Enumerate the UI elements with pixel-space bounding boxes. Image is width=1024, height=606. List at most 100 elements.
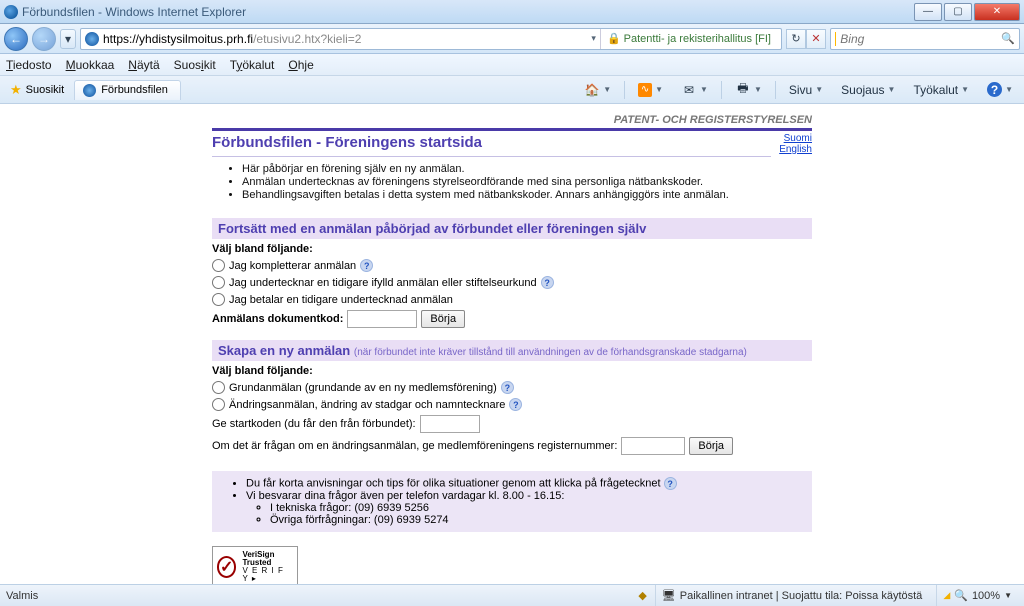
menu-file[interactable]: Tiedosto	[6, 58, 52, 72]
favorites-button[interactable]: ★ Suosikit	[4, 80, 70, 100]
sec2-hint: (när förbundet inte kräver tillstånd til…	[354, 347, 747, 358]
star-icon: ★	[10, 82, 22, 98]
sec2-title-text: Skapa en ny anmälan	[218, 343, 350, 358]
zoom-icon: 🔍	[954, 589, 968, 602]
safety-menu[interactable]: Suojaus ▼	[834, 79, 902, 101]
status-ready: Valmis	[6, 590, 38, 602]
intro-list: Här påbörjar en förening själv en ny anm…	[212, 157, 812, 208]
tips-phone-other: Övriga förfrågningar: (09) 6939 5274	[270, 514, 804, 526]
home-icon: 🏠	[584, 82, 600, 98]
status-bar: Valmis ◆ 🖥 Paikallinen intranet | Suojat…	[0, 584, 1024, 606]
help-icon[interactable]: ?	[509, 398, 522, 411]
sec2-choose-label: Välj bland följande:	[212, 361, 812, 379]
url-text: https://yhdistysilmoitus.prh.fi/etusivu2…	[103, 32, 587, 46]
intro-item: Här påbörjar en förening själv en ny anm…	[242, 163, 812, 175]
menu-view[interactable]: Näytä	[128, 58, 159, 72]
help-icon[interactable]: ?	[360, 259, 373, 272]
address-bar[interactable]: https://yhdistysilmoitus.prh.fi/etusivu2…	[80, 28, 782, 50]
radio-complete[interactable]	[212, 259, 225, 272]
tips-phone-tech: I tekniska frågor: (09) 6939 5256	[270, 502, 804, 514]
radio-pay-label: Jag betalar en tidigare undertecknad anm…	[229, 294, 453, 306]
verisign-badge[interactable]: ✓ VeriSign Trusted V E R I F Y ▸	[212, 546, 298, 584]
agency-header: PATENT- OCH REGISTERSTYRELSEN	[212, 112, 812, 128]
address-dropdown-icon[interactable]: ▾	[591, 33, 596, 44]
intranet-icon: 🖥	[662, 589, 676, 602]
regnr-label: Om det är frågan om en ändringsanmälan, …	[212, 440, 617, 452]
zoom-dropdown-icon: ◢	[943, 590, 950, 601]
radio-grund-label: Grundanmälan (grundande av en ny medlems…	[229, 382, 497, 394]
nav-back-button[interactable]: ←	[4, 27, 28, 51]
status-addon-icon[interactable]: ◆	[638, 589, 646, 602]
menu-help[interactable]: Ohje	[288, 58, 313, 72]
status-zoom[interactable]: ◢ 🔍 100% ▼	[936, 585, 1018, 606]
tab-title: Förbundsfilen	[101, 84, 168, 96]
help-icon[interactable]: ?	[501, 381, 514, 394]
page-title: Förbundsfilen - Föreningens startsida	[212, 131, 771, 157]
startcode-input[interactable]	[420, 415, 480, 433]
home-button[interactable]: 🏠▼	[577, 79, 618, 101]
menu-favorites[interactable]: Suosikit	[174, 58, 216, 72]
ie-favicon	[4, 5, 18, 19]
sec1-choose-label: Välj bland följande:	[212, 239, 812, 257]
zoom-value: 100%	[972, 590, 1000, 602]
status-zone-text: Paikallinen intranet | Suojattu tila: Po…	[680, 590, 923, 602]
lang-link-en[interactable]: English	[779, 144, 812, 155]
radio-complete-label: Jag kompletterar anmälan	[229, 260, 356, 272]
nav-history-dropdown[interactable]: ▾	[60, 29, 76, 49]
command-bar: ★ Suosikit Förbundsfilen 🏠▼ ∿▼ ✉▼ 🖶▼ Siv…	[0, 76, 1024, 104]
site-favicon	[85, 32, 99, 46]
search-icon[interactable]: 🔍	[1001, 32, 1015, 45]
rss-icon: ∿	[638, 83, 652, 97]
window-titlebar: Förbundsfilen - Windows Internet Explore…	[0, 0, 1024, 24]
section-continue-title: Fortsätt med en anmälan påbörjad av förb…	[212, 218, 812, 239]
help-button[interactable]: ?▼	[980, 79, 1020, 101]
radio-sign[interactable]	[212, 276, 225, 289]
verisign-verify: V E R I F Y ▸	[242, 567, 293, 583]
window-maximize-button[interactable]: ▢	[944, 3, 972, 21]
stop-button[interactable]: ✕	[806, 29, 826, 49]
feeds-button[interactable]: ∿▼	[631, 79, 670, 101]
radio-pay[interactable]	[212, 293, 225, 306]
language-links: Suomi English	[771, 131, 812, 157]
tab-favicon	[83, 84, 96, 97]
window-title: Förbundsfilen - Windows Internet Explore…	[22, 5, 246, 19]
help-icon[interactable]: ?	[541, 276, 554, 289]
page-menu[interactable]: Sivu ▼	[782, 79, 830, 101]
nav-forward-button[interactable]: →	[32, 27, 56, 51]
readmail-button[interactable]: ✉▼	[674, 79, 715, 101]
menu-tools[interactable]: Työkalut	[230, 58, 275, 72]
site-identity-badge[interactable]: 🔒 Patentti- ja rekisterihallitus [FI]	[600, 29, 777, 49]
verisign-check-icon: ✓	[217, 556, 236, 578]
startcode-label: Ge startkoden (du får den från förbundet…	[212, 418, 416, 430]
tips-box: Du får korta anvisningar och tips för ol…	[212, 471, 812, 532]
sec1-start-button[interactable]: Börja	[421, 310, 465, 328]
site-identity-text: Patentti- ja rekisterihallitus [FI]	[624, 33, 771, 45]
regnr-input[interactable]	[621, 437, 685, 455]
window-minimize-button[interactable]: —	[914, 3, 942, 21]
tools-menu[interactable]: Työkalut ▼	[906, 79, 976, 101]
radio-grund[interactable]	[212, 381, 225, 394]
browser-tab[interactable]: Förbundsfilen	[74, 80, 181, 100]
help-icon: ?	[987, 82, 1002, 97]
tips-line1: Du får korta anvisningar och tips för ol…	[246, 478, 661, 490]
refresh-button[interactable]: ↻	[786, 29, 806, 49]
status-zone[interactable]: 🖥 Paikallinen intranet | Suojattu tila: …	[655, 585, 929, 606]
dockod-input[interactable]	[347, 310, 417, 328]
lock-icon: 🔒	[607, 32, 621, 45]
print-icon: 🖶	[735, 82, 751, 98]
window-close-button[interactable]: ✕	[974, 3, 1020, 21]
sec2-start-button[interactable]: Börja	[689, 437, 733, 455]
radio-andring[interactable]	[212, 398, 225, 411]
menu-edit[interactable]: Muokkaa	[66, 58, 115, 72]
help-icon[interactable]: ?	[664, 477, 677, 490]
bing-icon	[835, 32, 836, 46]
search-box[interactable]: 🔍	[830, 28, 1020, 50]
address-toolbar: ← → ▾ https://yhdistysilmoitus.prh.fi/et…	[0, 24, 1024, 54]
section-new-title: Skapa en ny anmälan (när förbundet inte …	[212, 340, 812, 361]
content-viewport[interactable]: PATENT- OCH REGISTERSTYRELSEN Förbundsfi…	[0, 104, 1024, 584]
lang-link-fi[interactable]: Suomi	[784, 133, 812, 144]
mail-icon: ✉	[681, 82, 697, 98]
favorites-label: Suosikit	[26, 84, 65, 96]
print-button[interactable]: 🖶▼	[728, 79, 769, 101]
search-input[interactable]	[840, 32, 997, 46]
